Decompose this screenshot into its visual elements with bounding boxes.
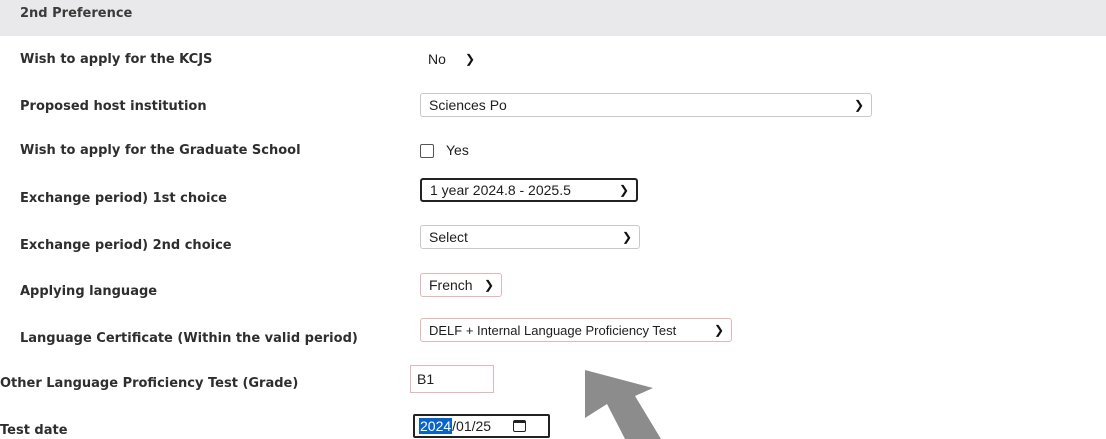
exchange-period-2nd-value: Select — [429, 229, 468, 245]
applying-language-label: Applying language — [20, 284, 158, 299]
test-date-month-day: /01/25 — [452, 418, 492, 434]
chevron-down-icon: ❯ — [483, 278, 494, 292]
exchange-period-1st-value: 1 year 2024.8 - 2025.5 — [430, 182, 571, 198]
exchange-period-1st-label: Exchange period) 1st choice — [20, 191, 227, 206]
chevron-down-icon: ❯ — [713, 323, 724, 337]
applying-language-select[interactable]: French ❯ — [420, 273, 502, 297]
language-certificate-select[interactable]: DELF + Internal Language Proficiency Tes… — [420, 318, 732, 342]
other-language-test-value: B1 — [417, 371, 435, 387]
chevron-down-icon: ❯ — [618, 183, 629, 197]
test-date-label: Test date — [0, 423, 68, 438]
graduate-school-checkbox[interactable] — [420, 144, 434, 158]
language-certificate-value: DELF + Internal Language Proficiency Tes… — [429, 322, 677, 338]
other-language-test-label: Other Language Proficiency Test (Grade) — [0, 376, 299, 391]
host-institution-select[interactable]: Sciences Po ❯ — [420, 93, 872, 117]
test-date-year-selected: 2024 — [419, 418, 453, 434]
chevron-down-icon: ❯ — [621, 230, 632, 244]
exchange-period-2nd-select[interactable]: Select ❯ — [420, 225, 640, 249]
section-title: 2nd Preference — [20, 6, 133, 21]
exchange-period-2nd-label: Exchange period) 2nd choice — [20, 238, 232, 253]
test-date-input[interactable]: 2024 /01/25 — [413, 414, 550, 438]
graduate-school-option-label[interactable]: Yes — [446, 142, 469, 158]
host-institution-label: Proposed host institution — [20, 99, 207, 114]
other-language-test-input[interactable]: B1 — [410, 365, 494, 393]
exchange-period-1st-select[interactable]: 1 year 2024.8 - 2025.5 ❯ — [420, 178, 638, 202]
chevron-down-icon: ❯ — [853, 98, 864, 112]
kcjs-select-value: No — [428, 51, 446, 67]
chevron-down-icon: ❯ — [464, 52, 475, 66]
kcjs-select[interactable]: No ❯ — [420, 47, 482, 71]
section-header: 2nd Preference — [0, 0, 1106, 36]
host-institution-value: Sciences Po — [429, 97, 507, 113]
applying-language-value: French — [429, 277, 473, 293]
arrow-pointer-icon — [585, 370, 661, 439]
graduate-school-label: Wish to apply for the Graduate School — [20, 143, 301, 158]
kcjs-label: Wish to apply for the KCJS — [20, 52, 213, 67]
calendar-icon[interactable] — [513, 420, 527, 432]
language-certificate-label: Language Certificate (Within the valid p… — [20, 331, 358, 346]
